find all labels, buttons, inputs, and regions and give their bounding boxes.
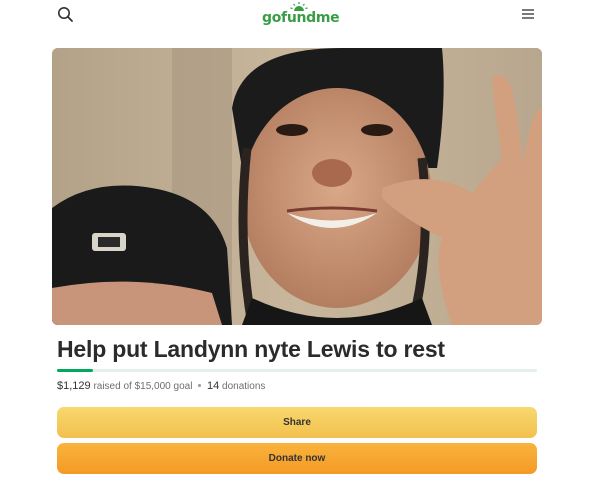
share-button[interactable]: Share [57, 407, 537, 438]
donations-label: donations [222, 381, 266, 392]
raised-amount: $1,129 [57, 380, 91, 392]
site-header: gofundme [0, 0, 600, 34]
donate-now-button[interactable]: Donate now [57, 443, 537, 474]
campaign-hero-image[interactable] [52, 48, 542, 325]
campaign-stats: $1,129 raised of $15,000 goal 14 donatio… [57, 380, 265, 392]
gofundme-logo[interactable]: gofundme [262, 2, 340, 28]
progress-bar [57, 369, 537, 372]
hamburger-menu-icon[interactable] [519, 6, 537, 22]
raised-label: raised of [93, 381, 132, 392]
logo-text: gofundme [262, 10, 340, 26]
search-icon[interactable] [56, 5, 76, 25]
separator-dot [198, 383, 202, 387]
share-button-label: Share [283, 417, 311, 428]
goal-amount: $15,000 [134, 381, 171, 392]
campaign-title: Help put Landynn nyte Lewis to rest [57, 336, 445, 362]
donation-count: 14 [206, 380, 220, 392]
goal-label: goal [173, 381, 193, 392]
progress-bar-fill [57, 369, 94, 372]
donate-button-label: Donate now [268, 453, 326, 464]
